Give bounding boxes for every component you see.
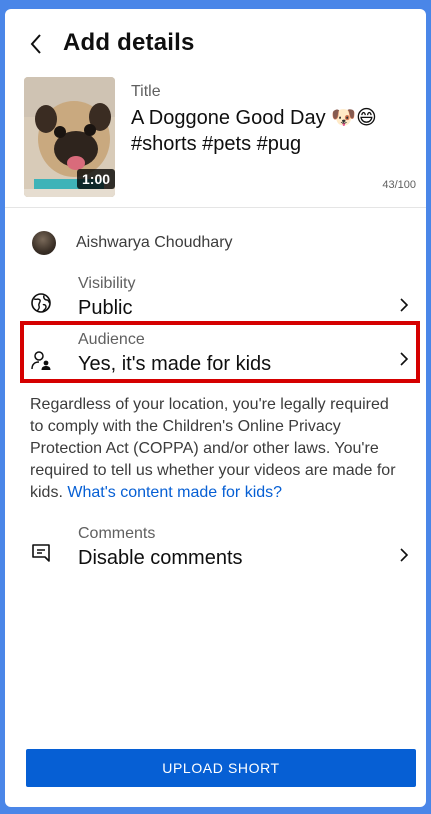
visibility-row[interactable]: Visibility Public bbox=[5, 275, 426, 329]
visibility-label: Visibility bbox=[78, 275, 136, 292]
page-title: Add details bbox=[63, 29, 195, 56]
audience-value: Yes, it's made for kids bbox=[78, 353, 272, 375]
title-field[interactable]: A Doggone Good Day 🐶😄 #shorts #pets #pug bbox=[131, 105, 413, 157]
divider bbox=[5, 207, 426, 208]
chevron-right-icon bbox=[400, 352, 409, 366]
upload-short-button[interactable]: UPLOAD SHORT bbox=[26, 749, 416, 787]
coppa-notice: Regardless of your location, you're lega… bbox=[30, 394, 400, 504]
audience-label: Audience bbox=[78, 331, 145, 348]
comments-value: Disable comments bbox=[78, 547, 243, 569]
made-for-kids-link[interactable]: What's content made for kids? bbox=[67, 484, 282, 501]
chevron-right-icon bbox=[400, 298, 409, 312]
channel-name: Aishwarya Choudhary bbox=[76, 234, 233, 251]
app-frame: Add details 1:00 Title A Doggone Good Da… bbox=[5, 9, 426, 807]
person-child-icon bbox=[31, 351, 51, 370]
title-char-count: 43/100 bbox=[382, 179, 416, 191]
audience-row[interactable]: Audience Yes, it's made for kids bbox=[5, 331, 426, 387]
video-details: 1:00 Title A Doggone Good Day 🐶😄 #shorts… bbox=[5, 75, 426, 207]
avatar bbox=[32, 231, 56, 255]
chevron-left-icon bbox=[30, 34, 41, 54]
comments-label: Comments bbox=[78, 525, 156, 542]
header: Add details bbox=[5, 9, 426, 75]
globe-icon bbox=[31, 293, 51, 313]
chevron-right-icon bbox=[400, 548, 409, 562]
visibility-value: Public bbox=[78, 297, 133, 319]
back-button[interactable] bbox=[21, 29, 51, 59]
comment-icon bbox=[32, 544, 50, 562]
channel-row: Aishwarya Choudhary bbox=[5, 227, 426, 257]
video-duration: 1:00 bbox=[77, 169, 115, 189]
title-label: Title bbox=[131, 83, 161, 100]
comments-row[interactable]: Comments Disable comments bbox=[5, 525, 426, 581]
video-thumbnail[interactable]: 1:00 bbox=[24, 77, 115, 197]
